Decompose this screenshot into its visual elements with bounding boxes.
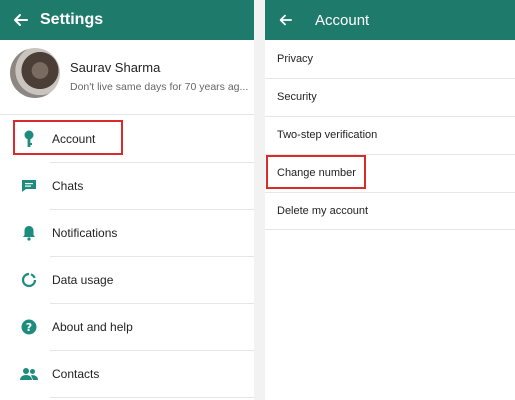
- chat-icon: [20, 177, 38, 195]
- account-item-security[interactable]: Security: [265, 78, 515, 116]
- account-screen: Account Privacy Security Two-step verifi…: [265, 0, 515, 400]
- settings-title: Settings: [40, 11, 104, 28]
- contacts-icon: [20, 365, 38, 383]
- profile-card[interactable]: Saurav Sharma Don't live same days for 7…: [10, 48, 254, 108]
- settings-item-notifications[interactable]: Notifications: [0, 210, 254, 256]
- account-app-bar: Account: [265, 0, 515, 40]
- settings-item-label: Chats: [52, 179, 84, 193]
- account-item-label: Security: [277, 91, 317, 103]
- change-number-highlight-box: [266, 155, 366, 189]
- profile-divider: [0, 114, 254, 115]
- account-item-privacy[interactable]: Privacy: [265, 40, 515, 78]
- divider: [50, 397, 254, 398]
- settings-item-label: Notifications: [52, 226, 118, 240]
- account-item-label: Privacy: [277, 53, 314, 65]
- bell-icon: [20, 224, 38, 242]
- settings-item-contacts[interactable]: Contacts: [0, 351, 254, 397]
- settings-item-label: Contacts: [52, 367, 100, 381]
- account-item-label: Two-step verification: [277, 129, 378, 141]
- divider: [265, 229, 515, 230]
- help-icon: ?: [20, 318, 38, 336]
- settings-item-data-usage[interactable]: Data usage: [0, 257, 254, 303]
- back-arrow-icon[interactable]: [0, 12, 40, 28]
- settings-app-bar: Settings: [0, 0, 254, 40]
- account-highlight-box: [13, 120, 123, 155]
- settings-item-about-help[interactable]: ? About and help: [0, 304, 254, 350]
- svg-text:?: ?: [26, 321, 32, 334]
- profile-name: Saurav Sharma: [70, 60, 161, 75]
- settings-screen: Settings Saurav Sharma Don't live same d…: [0, 0, 254, 400]
- account-item-delete-account[interactable]: Delete my account: [265, 192, 515, 230]
- settings-item-label: About and help: [52, 320, 133, 334]
- account-item-label: Delete my account: [277, 205, 369, 217]
- profile-status: Don't live same days for 70 years ag...: [70, 81, 249, 93]
- avatar[interactable]: [10, 48, 60, 98]
- back-arrow-icon[interactable]: [265, 13, 305, 27]
- account-title: Account: [315, 11, 370, 29]
- account-item-two-step-verification[interactable]: Two-step verification: [265, 116, 515, 154]
- settings-item-chats[interactable]: Chats: [0, 163, 254, 209]
- data-usage-icon: [20, 271, 38, 289]
- settings-item-label: Data usage: [52, 273, 114, 287]
